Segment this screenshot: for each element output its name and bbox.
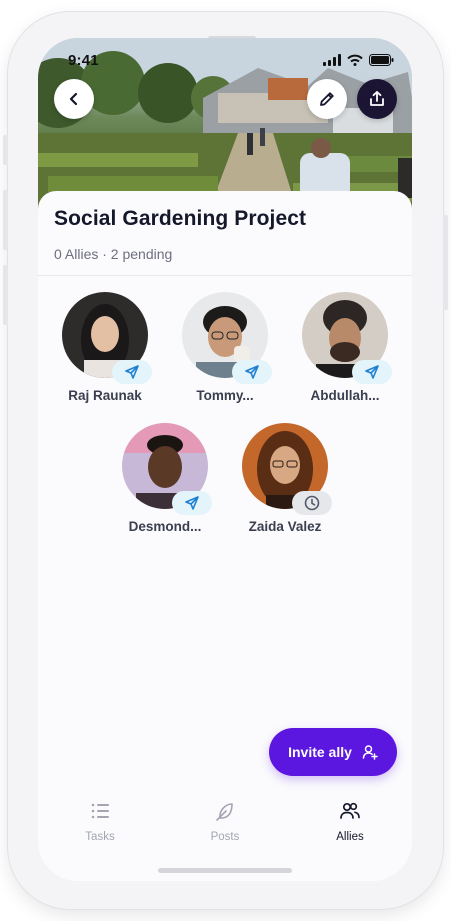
send-icon: [185, 496, 199, 510]
ally-name: Zaida Valez: [248, 519, 322, 534]
page-title: Social Gardening Project: [54, 207, 307, 230]
edit-button[interactable]: [307, 79, 347, 119]
home-indicator[interactable]: [158, 868, 292, 873]
send-icon: [245, 365, 259, 379]
invite-sent-badge: [352, 360, 392, 384]
signal-icon: [323, 54, 341, 66]
invite-sent-badge: [112, 360, 152, 384]
ally-card-abdullah[interactable]: Abdullah...: [290, 292, 400, 403]
tab-posts[interactable]: Posts: [175, 800, 275, 843]
share-button[interactable]: [357, 79, 397, 119]
status-icons: [323, 54, 394, 66]
tab-label: Allies: [336, 831, 364, 843]
ally-name: Tommy...: [196, 388, 254, 403]
volume-down-button: [3, 265, 8, 325]
status-time: 9:41: [68, 52, 99, 69]
send-icon: [125, 365, 139, 379]
invite-sent-badge: [172, 491, 212, 515]
mute-switch: [3, 135, 8, 165]
wifi-icon: [347, 54, 363, 66]
add-user-icon: [362, 745, 378, 760]
invite-pending-badge: [292, 491, 332, 515]
tab-label: Posts: [210, 831, 240, 843]
users-icon: [340, 802, 360, 819]
ally-card-zaida[interactable]: Zaida Valez: [230, 423, 340, 534]
ally-name: Raj Raunak: [68, 388, 142, 403]
divider: [38, 275, 412, 276]
ally-card-tommy[interactable]: Tommy...: [170, 292, 280, 403]
battery-icon: [369, 54, 394, 66]
back-button[interactable]: [54, 79, 94, 119]
volume-up-button: [3, 190, 8, 250]
ally-name: Desmond...: [128, 519, 202, 534]
chevron-left-icon: [69, 92, 78, 106]
clock-icon: [304, 495, 320, 511]
share-icon: [370, 91, 384, 106]
ally-name: Abdullah...: [310, 388, 380, 403]
app-screen: 9:41 Social Gardening Project 0 Allies ·…: [38, 38, 412, 881]
feather-icon: [216, 803, 233, 821]
invite-sent-badge: [232, 360, 272, 384]
list-icon: [91, 803, 109, 819]
power-button: [443, 215, 448, 310]
tab-bar: Tasks Posts Allies: [38, 800, 412, 860]
project-card: Social Gardening Project 0 Allies · 2 pe…: [38, 191, 412, 881]
tab-allies[interactable]: Allies: [300, 800, 400, 843]
invite-ally-label: Invite ally: [288, 744, 352, 760]
invite-ally-button[interactable]: Invite ally: [269, 728, 397, 776]
tab-tasks[interactable]: Tasks: [50, 800, 150, 843]
allies-summary: 0 Allies · 2 pending: [54, 246, 173, 262]
tab-label: Tasks: [85, 831, 115, 843]
ally-card-desmond[interactable]: Desmond...: [110, 423, 220, 534]
ally-card-raj[interactable]: Raj Raunak: [50, 292, 160, 403]
pencil-icon: [320, 92, 334, 106]
send-icon: [365, 365, 379, 379]
